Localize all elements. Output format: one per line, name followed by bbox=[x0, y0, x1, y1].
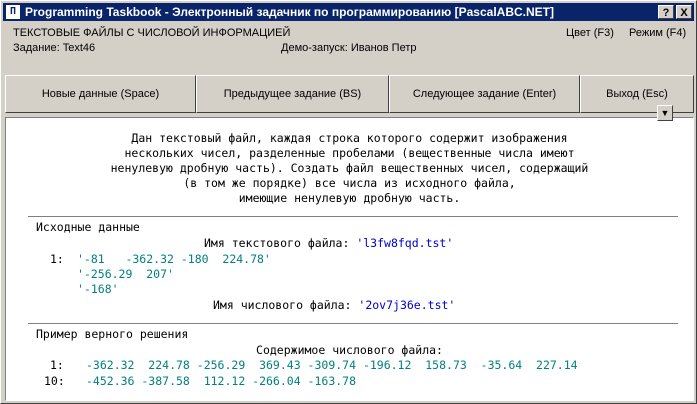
task-panel: Дан текстовый файл, каждая строка которо… bbox=[5, 117, 694, 401]
file-line: '-256.29 207' bbox=[77, 267, 174, 281]
text-file-row: Имя текстового файла: 'l3fw8fqd.tst' bbox=[204, 236, 453, 250]
text-file-label: Имя текстового файла: bbox=[204, 236, 357, 250]
color-toggle[interactable]: Цвет (F3) bbox=[566, 27, 614, 39]
exit-button[interactable]: Выход (Esc) bbox=[580, 75, 694, 113]
task-name: Задание: Text46 bbox=[13, 42, 96, 54]
line-number: 1: bbox=[50, 252, 64, 266]
file-line: '-168' bbox=[77, 282, 119, 296]
title-bar[interactable]: Π Programming Taskbook - Электронный зад… bbox=[3, 3, 694, 21]
content-label: Содержимое числового файла: bbox=[256, 343, 443, 357]
solution-section-title: Пример верного решения bbox=[36, 327, 189, 341]
mode-toggle[interactable]: Режим (F4) bbox=[629, 27, 686, 39]
row-number: 1: bbox=[50, 358, 64, 372]
new-data-button[interactable]: Новые данные (Space) bbox=[5, 75, 196, 113]
demo-run-label: Демо-запуск: Иванов Петр bbox=[281, 42, 417, 54]
task-group: ТЕКСТОВЫЕ ФАЙЛЫ С ЧИСЛОВОЙ ИНФОРМАЦИЕЙ bbox=[13, 27, 291, 39]
task-text-line: имеющие ненулевую дробную часть. bbox=[238, 191, 461, 205]
scroll-down-icon[interactable]: ▼ bbox=[657, 105, 673, 121]
taskbook-window: Π Programming Taskbook - Электронный зад… bbox=[0, 0, 697, 404]
num-file-name: '2ov7j36e.tst' bbox=[358, 298, 456, 312]
next-task-button[interactable]: Следующее задание (Enter) bbox=[389, 75, 580, 113]
window-title: Programming Taskbook - Электронный задач… bbox=[25, 5, 554, 19]
file-line: '-81 -362.32 -180 224.78' bbox=[77, 252, 271, 266]
task-text-line: (в том же порядке) все числа из исходног… bbox=[183, 176, 516, 190]
row-number: 10: bbox=[44, 374, 65, 388]
task-text-line: Дан текстовый файл, каждая строка которо… bbox=[131, 131, 568, 145]
input-section-title: Исходные данные bbox=[36, 220, 140, 234]
section-divider bbox=[28, 323, 678, 325]
app-icon: Π bbox=[6, 5, 20, 19]
result-row: -452.36 -387.58 112.12 -266.04 -163.78 bbox=[86, 374, 357, 388]
num-file-label: Имя числового файла: bbox=[213, 298, 359, 312]
result-row: -362.32 224.78 -256.29 369.43 -309.74 -1… bbox=[86, 358, 578, 372]
text-file-name: 'l3fw8fqd.tst' bbox=[356, 236, 454, 250]
close-button[interactable]: X bbox=[676, 5, 692, 19]
prev-task-button[interactable]: Предыдущее задание (BS) bbox=[196, 75, 389, 113]
num-file-row: Имя числового файла: '2ov7j36e.tst' bbox=[213, 298, 455, 312]
task-text-line: нескольких чисел, разделенные пробелами … bbox=[124, 146, 575, 160]
section-divider bbox=[28, 216, 678, 218]
help-button[interactable]: ? bbox=[658, 5, 674, 19]
task-text-line: ненулевую дробную часть). Создать файл в… bbox=[110, 161, 589, 175]
